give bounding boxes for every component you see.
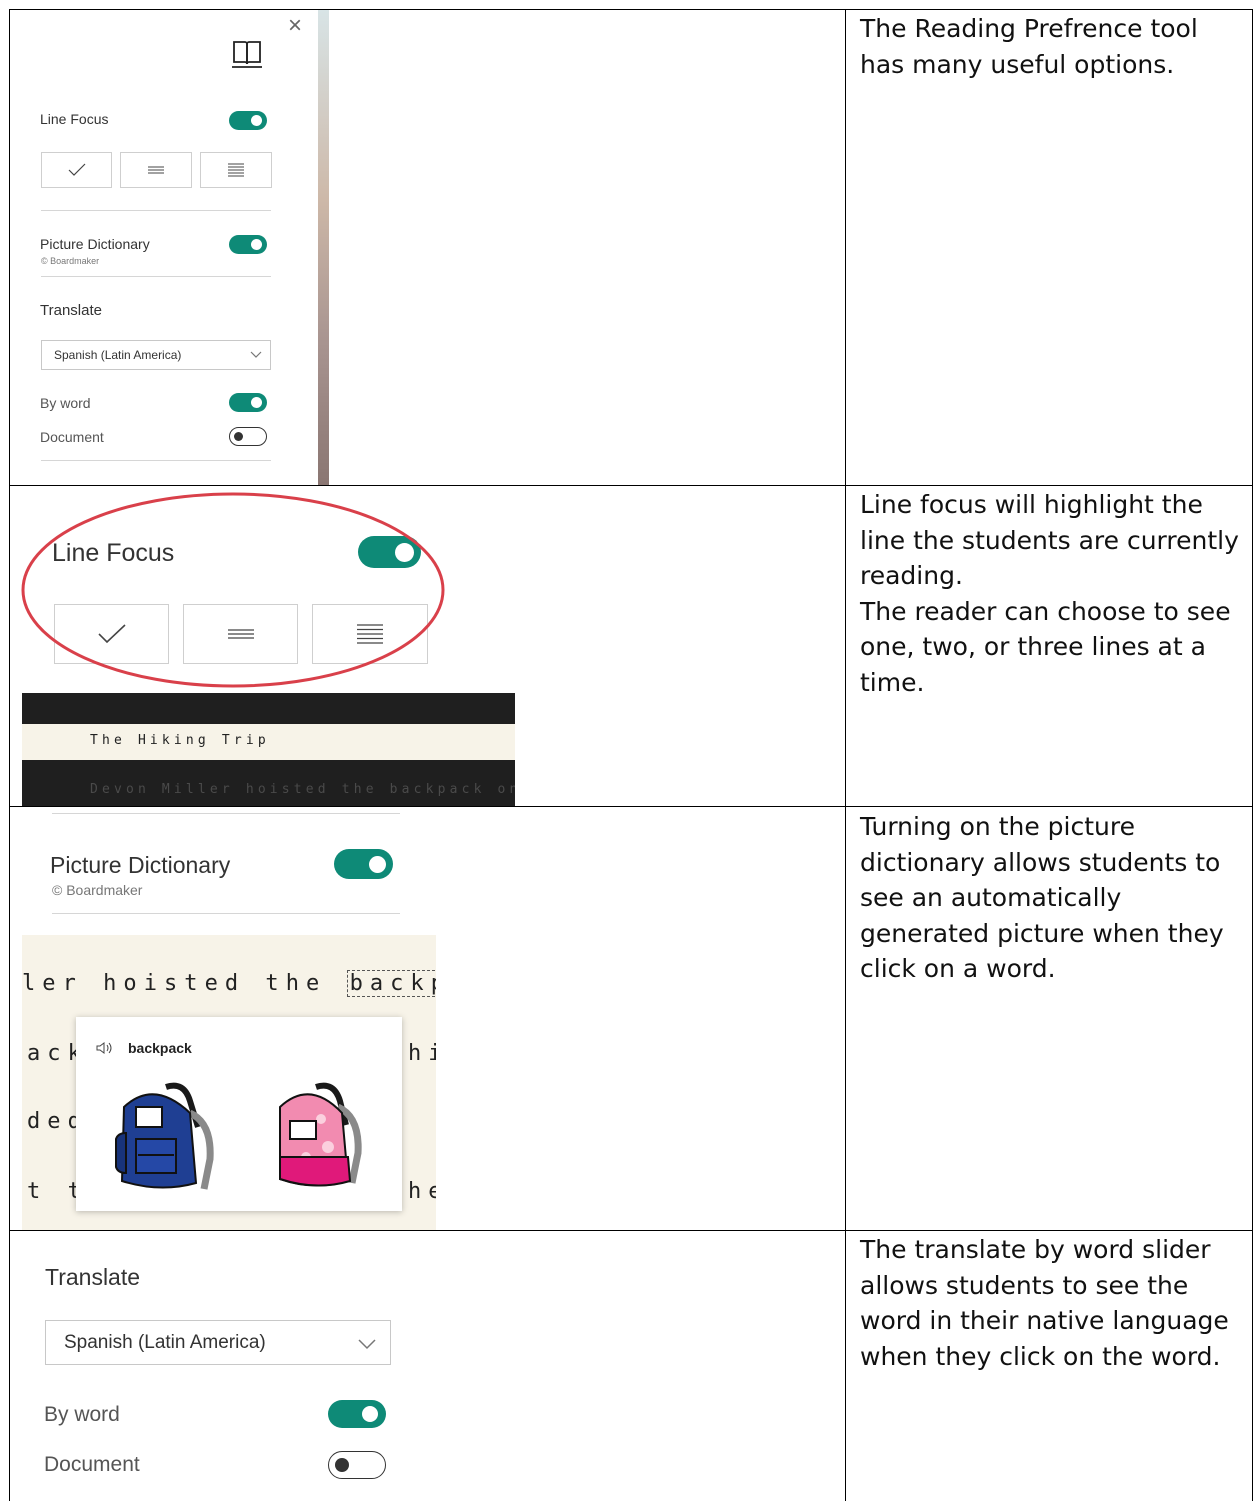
selected-word[interactable]: backpack [346,970,436,997]
speaker-icon[interactable] [96,1041,114,1055]
translate-zoom: Translate Spanish (Latin America) By wor… [10,1231,430,1501]
boardmaker-credit: © Boardmaker [41,256,100,266]
by-word-toggle[interactable] [328,1400,386,1428]
book-icon [232,41,262,68]
reading-preferences-panel: × Line Focus Picture Dictionary © Boardm… [10,10,318,485]
popup-word: backpack [128,1040,192,1056]
line-focus-toggle[interactable] [229,111,267,130]
line-focus-five-lines-button[interactable] [200,152,272,188]
language-select[interactable]: Spanish (Latin America) [45,1320,391,1365]
reading-line: Devon Miller hoisted the backpack onto h… [90,782,515,797]
reading-area: ler hoisted the backpack o ack ded t th … [22,935,436,1230]
focused-line: The Hiking Trip [22,724,515,760]
check-icon [68,163,85,176]
language-select[interactable]: Spanish (Latin America) [41,340,271,370]
document-label: Document [40,429,104,445]
picture-dictionary-label: Picture Dictionary [50,852,231,878]
reading-title: The Hiking Trip [90,733,270,748]
dimmed-line: Devon Miller hoisted the backpack onto h… [22,780,515,806]
translate-label: Translate [45,1264,141,1290]
divider [52,913,400,914]
background-strip [318,10,329,485]
divider [41,276,271,277]
chevron-down-icon [358,1339,376,1350]
line-focus-three-lines-button[interactable] [120,152,192,188]
divider [41,210,271,211]
close-icon[interactable]: × [288,12,302,40]
line-focus-zoom: Line Focus The Hiking Trip Devon Miller … [10,486,515,806]
reading-line-1: ler hoisted the backpack o [22,970,436,997]
language-select-value: Spanish (Latin America) [64,1331,266,1353]
description-row-2: Line focus will highlight the line the s… [860,490,1239,697]
document-toggle[interactable] [328,1451,386,1479]
language-select-value: Spanish (Latin America) [54,348,182,362]
translate-label: Translate [40,302,102,319]
pink-backpack-image [279,1082,362,1187]
description-row-3: Turning on the picture dictionary allows… [860,812,1224,984]
by-word-label: By word [44,1403,120,1426]
text-right-2: hi [408,1041,436,1066]
divider [41,460,271,461]
picture-dictionary-label: Picture Dictionary [40,236,150,252]
description-row-4: The translate by word slider allows stud… [860,1235,1229,1371]
line-focus-one-line-button[interactable] [41,152,112,188]
five-lines-icon [228,163,244,177]
picture-dictionary-toggle[interactable] [334,849,393,879]
document-label: Document [44,1453,140,1476]
line-focus-label: Line Focus [40,111,109,127]
divider [52,813,400,814]
picture-dictionary-toggle[interactable] [229,235,267,254]
picture-dictionary-zoom: Picture Dictionary © Boardmaker ler hois… [10,807,440,1230]
table-border-mid [845,9,846,1501]
chevron-down-icon [250,351,262,358]
three-lines-icon [148,166,164,174]
blue-backpack-image [115,1082,214,1190]
text-right-4: he [408,1179,436,1204]
boardmaker-credit: © Boardmaker [52,882,143,898]
by-word-toggle[interactable] [229,393,267,412]
text-line-1-before: ler hoisted the [22,971,347,996]
picture-popup: backpack [76,1017,402,1211]
reading-pane: The Hiking Trip Devon Miller hoisted the… [22,693,515,806]
by-word-label: By word [40,395,91,411]
annotation-circle [21,492,445,688]
description-row-1: The Reading Prefrence tool has many usef… [860,14,1198,79]
document-toggle[interactable] [229,427,267,446]
